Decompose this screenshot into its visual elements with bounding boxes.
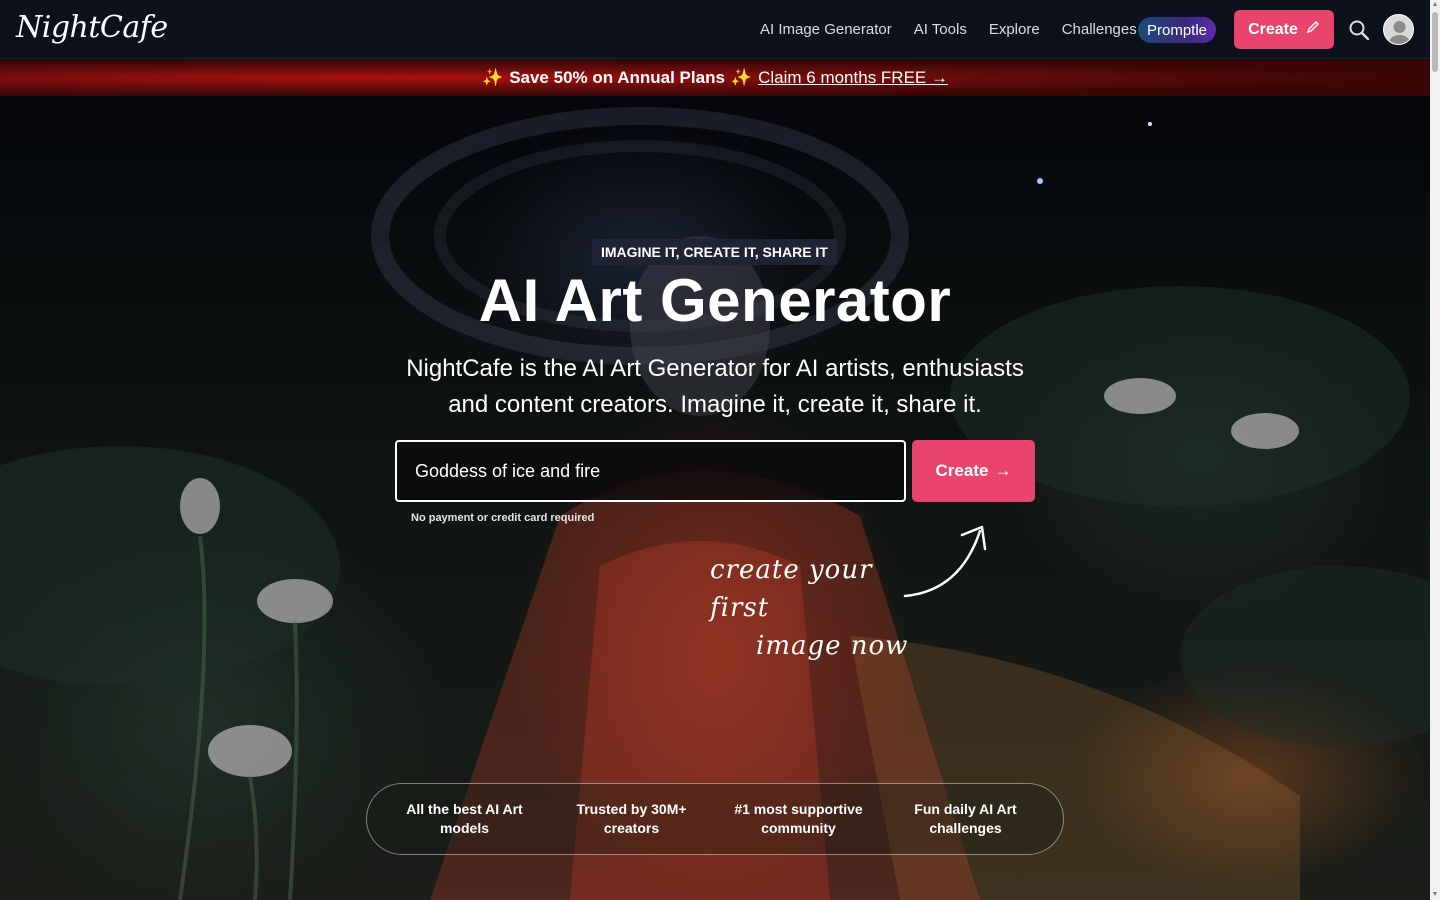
sparkle-icon: ✨ <box>730 68 753 87</box>
nav-create-button[interactable]: Create <box>1234 10 1334 49</box>
search-icon[interactable] <box>1347 18 1371 42</box>
hero-section: IMAGINE IT, CREATE IT, SHARE IT AI Art G… <box>0 96 1430 900</box>
handwritten-line-1: create your first <box>710 555 873 623</box>
promptle-button[interactable]: Promptle <box>1138 17 1216 43</box>
user-avatar[interactable] <box>1383 14 1414 45</box>
feature-highlights: All the best AI Art models Trusted by 30… <box>366 783 1064 855</box>
hero-title: AI Art Generator <box>478 267 952 334</box>
nav-link-challenges[interactable]: Challenges <box>1062 21 1137 38</box>
scroll-up-arrow-icon[interactable]: ▲ <box>1430 0 1440 10</box>
pencil-icon <box>1306 20 1320 39</box>
feature-item: Trusted by 30M+ creators <box>576 801 687 836</box>
feature-item: #1 most supportive community <box>734 801 863 836</box>
promo-headline: Save 50% on Annual Plans <box>509 68 725 87</box>
feature-item: Fun daily AI Art challenges <box>914 801 1017 836</box>
nav-link-explore[interactable]: Explore <box>989 21 1040 38</box>
nav-links: AI Image Generator AI Tools Explore Chal… <box>760 0 1159 59</box>
hero-tagline: IMAGINE IT, CREATE IT, SHARE IT <box>592 239 837 265</box>
page-scrollbar[interactable]: ▲ ▼ <box>1430 0 1440 900</box>
handwritten-line-2: image now <box>756 631 909 661</box>
promo-claim-link[interactable]: Claim 6 months FREE → <box>758 68 948 88</box>
feature-item: All the best AI Art models <box>406 801 523 836</box>
prompt-input[interactable] <box>395 440 906 502</box>
promo-banner: ✨ Save 50% on Annual Plans ✨ Claim 6 mon… <box>0 60 1430 96</box>
nav-link-ai-tools[interactable]: AI Tools <box>914 21 967 38</box>
hero-create-label: Create <box>935 461 989 480</box>
arrow-right-icon: → <box>994 461 1012 480</box>
hero-subtitle: NightCafe is the AI Art Generator for AI… <box>406 355 1024 418</box>
scroll-down-arrow-icon[interactable]: ▼ <box>1430 890 1440 900</box>
scrollbar-thumb[interactable] <box>1432 12 1438 72</box>
curved-arrow-icon <box>903 525 987 598</box>
no-payment-note: No payment or credit card required <box>411 512 595 524</box>
sparkle-icon: ✨ <box>482 68 504 87</box>
nav-link-ai-image-generator[interactable]: AI Image Generator <box>760 21 892 38</box>
nightcafe-logo[interactable]: NightCafe <box>16 10 168 45</box>
hero-create-button[interactable]: Create → <box>912 440 1035 502</box>
nav-create-label: Create <box>1248 20 1298 38</box>
top-navigation: NightCafe AI Image Generator AI Tools Ex… <box>0 0 1430 59</box>
